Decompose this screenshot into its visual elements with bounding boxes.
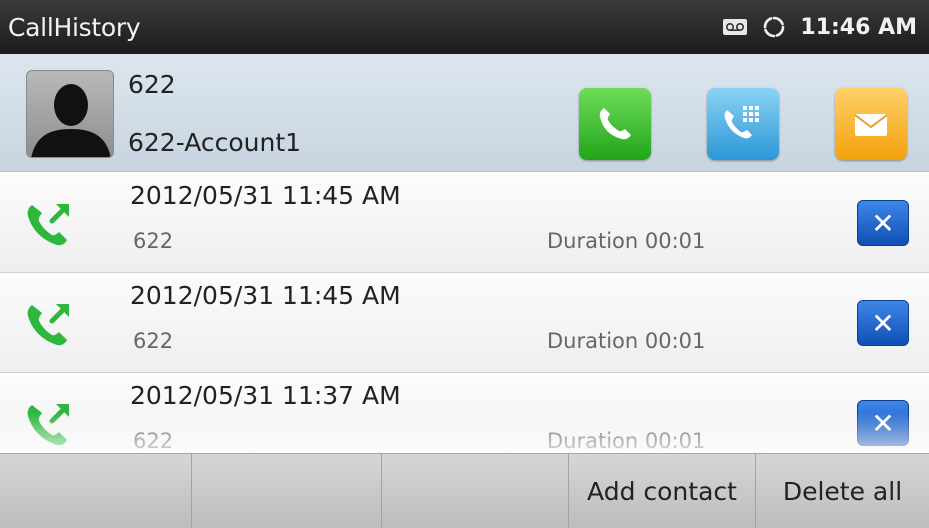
message-button[interactable] [835, 88, 907, 160]
softkey-2[interactable] [192, 454, 382, 528]
close-icon: ✕ [871, 206, 895, 240]
call-duration: Duration 00:01 [547, 329, 706, 353]
contact-number: 622 [128, 70, 176, 99]
dialpad-button[interactable] [707, 88, 779, 160]
call-duration: Duration 00:01 [547, 429, 706, 453]
status-bar: CallHistory 11:46 AM [0, 0, 929, 54]
call-button[interactable] [579, 88, 651, 160]
app-title: CallHistory [8, 12, 141, 42]
softkey-1[interactable] [0, 454, 192, 528]
call-number: 622 [133, 229, 174, 253]
person-silhouette-icon [31, 84, 111, 157]
delete-call-button[interactable]: ✕ [857, 300, 909, 346]
clock: 11:46 AM [800, 14, 917, 40]
call-datetime: 2012/05/31 11:37 AM [130, 381, 401, 410]
call-datetime: 2012/05/31 11:45 AM [130, 281, 401, 310]
call-row[interactable]: 2012/05/31 11:45 AM 622 Duration 00:01 ✕ [0, 173, 929, 273]
outgoing-call-icon [27, 204, 69, 246]
close-icon: ✕ [871, 406, 895, 440]
delete-all-button[interactable]: Delete all [756, 454, 929, 528]
avatar[interactable] [26, 70, 114, 158]
voicemail-icon [723, 19, 748, 35]
call-number: 622 [133, 329, 174, 353]
outgoing-call-icon [27, 304, 69, 346]
contact-header: 622 622-Account1 [0, 54, 929, 172]
contact-account: 622-Account1 [128, 128, 302, 157]
delete-call-button[interactable]: ✕ [857, 400, 909, 446]
call-duration: Duration 00:01 [547, 229, 706, 253]
call-datetime: 2012/05/31 11:45 AM [130, 181, 401, 210]
outgoing-call-icon [27, 404, 69, 446]
call-row[interactable]: 2012/05/31 11:45 AM 622 Duration 00:01 ✕ [0, 273, 929, 373]
delete-call-button[interactable]: ✕ [857, 200, 909, 246]
add-contact-button[interactable]: Add contact [569, 454, 756, 528]
call-number: 622 [133, 429, 174, 453]
close-icon: ✕ [871, 306, 895, 340]
softkey-bar: Add contact Delete all [0, 453, 929, 528]
call-list[interactable]: 2012/05/31 11:45 AM 622 Duration 00:01 ✕… [0, 173, 929, 453]
message-icon [854, 114, 888, 136]
sync-icon [764, 16, 785, 38]
call-row[interactable]: 2012/05/31 11:37 AM 622 Duration 00:01 ✕ [0, 373, 929, 453]
call-icon [599, 108, 631, 140]
dialpad-icon [724, 106, 759, 139]
softkey-3[interactable] [382, 454, 569, 528]
